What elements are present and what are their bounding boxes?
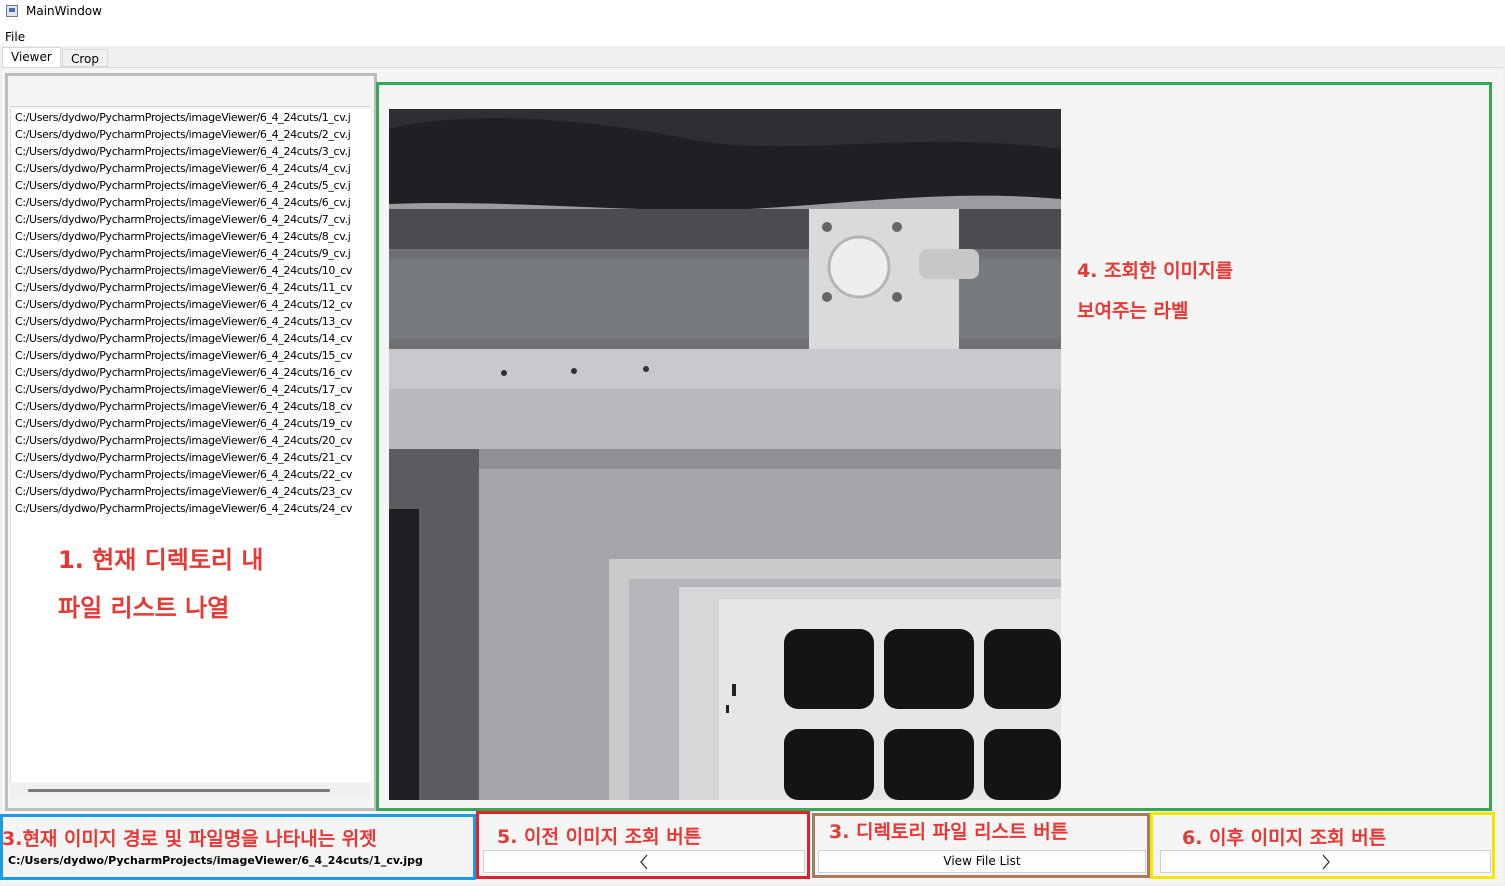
displayed-photo: [389, 109, 1061, 800]
view-file-list-button[interactable]: View File List: [818, 850, 1146, 873]
file-list-item[interactable]: C:/Users/dydwo/PycharmProjects/imageView…: [11, 381, 371, 398]
current-path-label: C:/Users/dydwo/PycharmProjects/imageView…: [8, 854, 423, 867]
next-image-button[interactable]: [1160, 850, 1491, 873]
file-list-item[interactable]: C:/Users/dydwo/PycharmProjects/imageView…: [11, 500, 371, 517]
file-list-item[interactable]: C:/Users/dydwo/PycharmProjects/imageView…: [11, 262, 371, 279]
tab-crop[interactable]: Crop: [62, 49, 109, 67]
app-window-icon: [6, 5, 18, 17]
window-title: MainWindow: [26, 4, 102, 18]
annotation-image-label-line2: 보여주는 라벨: [1077, 300, 1189, 322]
file-list-item[interactable]: C:/Users/dydwo/PycharmProjects/imageView…: [11, 279, 371, 296]
annotation-file-list-line2: 파일 리스트 나열: [58, 594, 230, 622]
tab-viewer[interactable]: Viewer: [2, 47, 61, 67]
file-list-item[interactable]: C:/Users/dydwo/PycharmProjects/imageView…: [11, 364, 371, 381]
file-list-item[interactable]: C:/Users/dydwo/PycharmProjects/imageView…: [11, 126, 371, 143]
scrollbar-thumb[interactable]: [28, 789, 330, 792]
file-list-item[interactable]: C:/Users/dydwo/PycharmProjects/imageView…: [11, 177, 371, 194]
title-bar: [0, 0, 1505, 24]
file-list-item[interactable]: C:/Users/dydwo/PycharmProjects/imageView…: [11, 109, 371, 126]
file-list-item[interactable]: C:/Users/dydwo/PycharmProjects/imageView…: [11, 449, 371, 466]
file-list-item[interactable]: C:/Users/dydwo/PycharmProjects/imageView…: [11, 330, 371, 347]
file-list[interactable]: C:/Users/dydwo/PycharmProjects/imageView…: [10, 109, 371, 782]
file-list-header: [10, 78, 370, 107]
file-list-item[interactable]: C:/Users/dydwo/PycharmProjects/imageView…: [11, 432, 371, 449]
chevron-right-icon: [1321, 854, 1331, 874]
file-list-item[interactable]: C:/Users/dydwo/PycharmProjects/imageView…: [11, 313, 371, 330]
annotation-next-button: 6. 이후 이미지 조회 버튼: [1182, 827, 1387, 849]
image-view-label: [389, 109, 1061, 800]
file-list-item[interactable]: C:/Users/dydwo/PycharmProjects/imageView…: [11, 194, 371, 211]
file-list-item[interactable]: C:/Users/dydwo/PycharmProjects/imageView…: [11, 211, 371, 228]
file-list-item[interactable]: C:/Users/dydwo/PycharmProjects/imageView…: [11, 483, 371, 500]
menu-file[interactable]: File: [5, 30, 25, 44]
file-list-item[interactable]: C:/Users/dydwo/PycharmProjects/imageView…: [11, 415, 371, 432]
annotation-image-label-line1: 4. 조회한 이미지를: [1077, 260, 1234, 282]
prev-image-button[interactable]: [483, 850, 805, 873]
file-list-item[interactable]: C:/Users/dydwo/PycharmProjects/imageView…: [11, 296, 371, 313]
annotation-prev-button: 5. 이전 이미지 조회 버튼: [497, 826, 702, 848]
file-list-item[interactable]: C:/Users/dydwo/PycharmProjects/imageView…: [11, 143, 371, 160]
file-list-item[interactable]: C:/Users/dydwo/PycharmProjects/imageView…: [11, 160, 371, 177]
menu-bar: [0, 24, 1505, 46]
file-list-item[interactable]: C:/Users/dydwo/PycharmProjects/imageView…: [11, 466, 371, 483]
chevron-left-icon: [639, 854, 649, 874]
tab-bar: [0, 47, 1505, 68]
file-list-item[interactable]: C:/Users/dydwo/PycharmProjects/imageView…: [11, 347, 371, 364]
annotation-file-list-line1: 1. 현재 디렉토리 내: [58, 546, 264, 574]
file-list-item[interactable]: C:/Users/dydwo/PycharmProjects/imageView…: [11, 398, 371, 415]
annotation-path-widget: 3.현재 이미지 경로 및 파일명을 나타내는 위젯: [2, 828, 377, 850]
file-list-item[interactable]: C:/Users/dydwo/PycharmProjects/imageView…: [11, 245, 371, 262]
file-list-item[interactable]: C:/Users/dydwo/PycharmProjects/imageView…: [11, 228, 371, 245]
annotation-file-list-button: 3. 디렉토리 파일 리스트 버튼: [829, 821, 1069, 843]
